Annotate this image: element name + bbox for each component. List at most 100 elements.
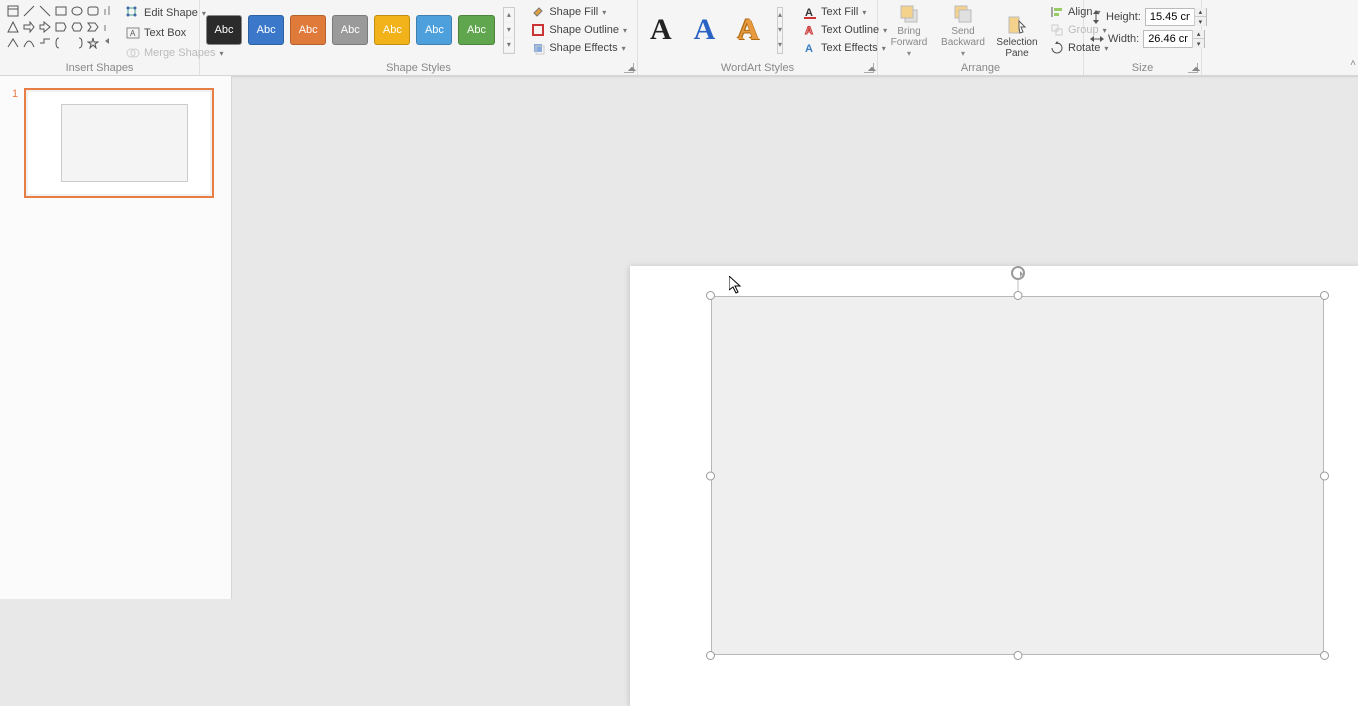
height-input[interactable]: ▴▾ [1145, 8, 1207, 26]
style-swatch-outline[interactable]: Abc [206, 15, 242, 45]
style-swatch-lightblue[interactable]: Abc [416, 15, 452, 45]
bring-forward-button[interactable]: Bring Forward ▾ [884, 4, 934, 59]
shape-freeform-icon[interactable] [6, 36, 20, 50]
group-insert-shapes: Edit Shape ▾ A Text Box Merge Shapes ▾ I… [0, 0, 200, 75]
resize-handle-b[interactable] [1013, 651, 1022, 660]
svg-text:A: A [805, 43, 813, 55]
style-gallery-scroll[interactable]: ▴ ▾ ▾ [503, 7, 516, 54]
shape-bracket-icon[interactable] [70, 36, 84, 50]
shape-textbox-icon[interactable] [6, 4, 20, 18]
collapse-ribbon-icon[interactable]: ˄ [1350, 58, 1356, 69]
shape-rect-icon[interactable] [54, 4, 68, 18]
scroll-down-icon[interactable]: ▾ [504, 23, 515, 38]
spin-down-icon[interactable]: ▾ [1194, 17, 1206, 26]
shape-connector-icon[interactable] [38, 36, 52, 50]
shape-line2-icon[interactable] [38, 4, 52, 18]
scroll-up-icon[interactable]: ▴ [504, 8, 515, 23]
width-input[interactable]: ▴▾ [1143, 30, 1205, 48]
resize-handle-r[interactable] [1320, 471, 1329, 480]
selection-pane-label: Selection Pane [992, 37, 1042, 59]
slide-thumbnail-1[interactable]: 1 [12, 88, 219, 198]
style-swatch-blue[interactable]: Abc [248, 15, 284, 45]
merge-shapes-icon [126, 46, 140, 60]
resize-handle-bl[interactable] [706, 651, 715, 660]
size-launcher[interactable] [1188, 63, 1198, 73]
shape-scroll2-icon[interactable] [102, 20, 116, 34]
shape-pentagon-icon[interactable] [54, 20, 68, 34]
selection-pane-icon [1007, 15, 1027, 35]
shape-scroll3-icon[interactable] [102, 36, 116, 50]
selected-shape[interactable] [711, 296, 1324, 655]
style-swatch-orange[interactable]: Abc [290, 15, 326, 45]
dropdown-icon: ▾ [622, 44, 626, 53]
width-icon [1090, 32, 1104, 46]
align-icon [1050, 5, 1064, 19]
shape-arrow-block-icon[interactable] [38, 20, 52, 34]
wordart-launcher[interactable] [864, 63, 874, 73]
shape-oval-icon[interactable] [70, 4, 84, 18]
dropdown-icon: ▾ [961, 50, 965, 59]
shape-effects-button[interactable]: Shape Effects ▾ [527, 40, 631, 56]
spin-up-icon[interactable]: ▴ [1194, 8, 1206, 17]
height-icon [1090, 10, 1102, 24]
wordart-style-2[interactable]: A [688, 11, 722, 49]
shape-arrow-r-icon[interactable] [22, 20, 36, 34]
text-effects-label: Text Effects [821, 42, 878, 54]
wordart-style-1[interactable]: A [644, 11, 678, 49]
work-area: 1 [0, 76, 1358, 599]
shape-outline-button[interactable]: Shape Outline▾ [527, 22, 631, 38]
scroll-down-icon[interactable]: ▾ [778, 23, 782, 38]
spin-down-icon[interactable]: ▾ [1192, 39, 1204, 48]
resize-handle-br[interactable] [1320, 651, 1329, 660]
scroll-up-icon[interactable]: ▴ [778, 8, 782, 23]
resize-handle-t[interactable] [1013, 291, 1022, 300]
slide-number: 1 [12, 88, 18, 198]
rotation-handle[interactable] [1011, 266, 1025, 280]
group-icon [1050, 23, 1064, 37]
shape-hexagon-icon[interactable] [70, 20, 84, 34]
group-label-arrange: Arrange [878, 62, 1083, 74]
text-effects-icon: A [803, 41, 817, 55]
shape-line-icon[interactable] [22, 4, 36, 18]
send-backward-button[interactable]: Send Backward ▾ [938, 4, 988, 59]
style-swatch-green[interactable]: Abc [458, 15, 494, 45]
shape-fill-button[interactable]: Shape Fill▾ [527, 4, 631, 20]
gallery-more-icon[interactable]: ▾ [778, 38, 782, 53]
shape-roundrect-icon[interactable] [86, 4, 100, 18]
group-size: Height: ▴▾ Width: ▴▾ Size [1084, 0, 1202, 75]
gallery-more-icon[interactable]: ▾ [504, 38, 515, 53]
height-value[interactable] [1146, 11, 1194, 23]
shape-styles-launcher[interactable] [624, 63, 634, 73]
text-fill-icon: A [803, 5, 817, 19]
text-outline-icon: A [803, 23, 817, 37]
shape-star-icon[interactable] [86, 36, 100, 50]
wordart-gallery-scroll[interactable]: ▴ ▾ ▾ [777, 7, 783, 54]
shape-rectangle[interactable] [711, 296, 1324, 655]
style-swatch-gray[interactable]: Abc [332, 15, 368, 45]
slide-thumbnails-pane[interactable]: 1 [0, 76, 232, 599]
selection-pane-button[interactable]: Selection Pane [992, 4, 1042, 59]
resize-handle-tr[interactable] [1320, 291, 1329, 300]
width-label: Width: [1108, 33, 1139, 45]
shape-fill-icon [531, 5, 545, 19]
bring-forward-icon [899, 4, 919, 24]
shape-brace-icon[interactable] [54, 36, 68, 50]
shape-scroll1-icon[interactable] [102, 4, 116, 18]
shape-triangle-icon[interactable] [6, 20, 20, 34]
spin-up-icon[interactable]: ▴ [1192, 30, 1204, 39]
shape-effects-label: Shape Effects [549, 42, 617, 54]
resize-handle-l[interactable] [706, 471, 715, 480]
shape-chevron-icon[interactable] [86, 20, 100, 34]
wordart-style-3[interactable]: A [731, 11, 765, 49]
send-backward-label: Send Backward [938, 26, 988, 48]
text-outline-label: Text Outline [821, 24, 879, 36]
shapes-gallery[interactable] [6, 4, 116, 62]
shape-fill-label: Shape Fill [549, 6, 598, 18]
slide-canvas[interactable] [232, 76, 1358, 599]
text-fill-label: Text Fill [821, 6, 858, 18]
style-swatch-yellow[interactable]: Abc [374, 15, 410, 45]
width-value[interactable] [1144, 33, 1192, 45]
shape-curve-icon[interactable] [22, 36, 36, 50]
send-backward-icon [953, 4, 973, 24]
resize-handle-tl[interactable] [706, 291, 715, 300]
